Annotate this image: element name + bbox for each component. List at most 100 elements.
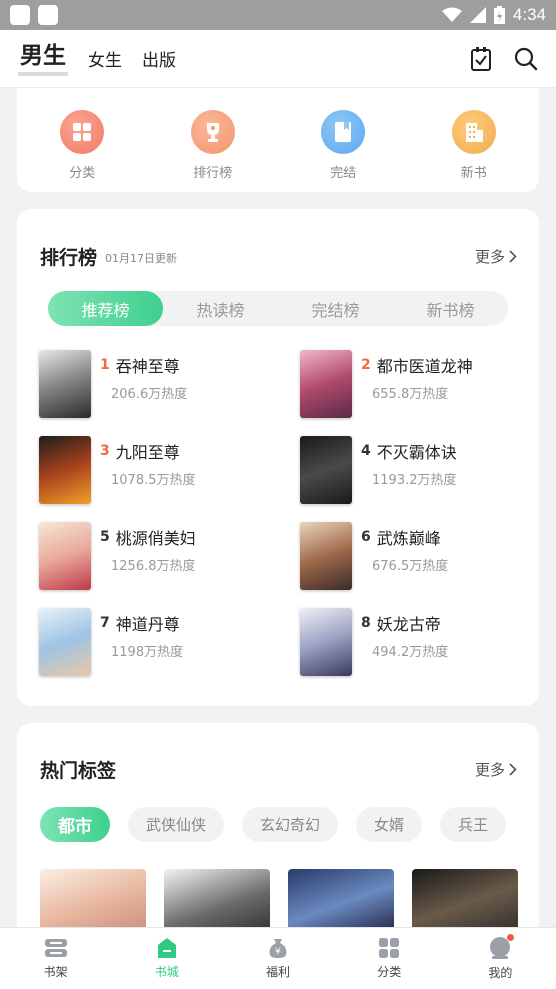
book-item[interactable]: 7 神道丹尊 1198万热度 (39, 608, 300, 676)
book-title: 不灭霸体诀 (376, 443, 457, 462)
battery-icon (493, 6, 505, 24)
quick-categories-card: 分类 排行榜 完结 新书 (17, 88, 539, 192)
status-time: 4:34 (512, 5, 546, 24)
tag-list: 都市 武侠仙侠 玄幻奇幻 女婿 兵王 (17, 785, 539, 842)
building-icon (451, 110, 496, 154)
book-title: 九阳至尊 (115, 443, 180, 462)
nav-bookshelf[interactable]: 书架 (0, 928, 111, 989)
more-label: 更多 (474, 760, 505, 779)
book-heat: 206.6万热度 (111, 387, 188, 402)
top-header: 男生 女生 出版 (0, 30, 556, 88)
nav-welfare[interactable]: ¥ 福利 (222, 928, 333, 989)
book-title: 神道丹尊 (115, 615, 180, 634)
rank-number: 5 (100, 529, 110, 545)
nav-store[interactable]: 书城 (111, 928, 222, 989)
book-cover (39, 522, 91, 590)
book-cover (39, 436, 91, 504)
category-newbooks[interactable]: 新书 (424, 110, 524, 181)
notification-icon (38, 5, 58, 25)
bookshelf-icon (44, 939, 67, 957)
book-item[interactable]: 4 不灭霸体诀 1193.2万热度 (300, 436, 556, 504)
category-label: 分类 (69, 166, 96, 181)
book-item[interactable]: 1 吞神至尊 206.6万热度 (39, 350, 300, 418)
tab-female[interactable]: 女生 (88, 46, 122, 71)
tab-new[interactable]: 新书榜 (393, 291, 508, 326)
search-icon[interactable] (514, 47, 538, 71)
book-heat: 676.5万热度 (372, 559, 449, 574)
ranking-updated: 01月17日更新 (105, 252, 178, 265)
nav-label: 我的 (488, 966, 513, 980)
grid-icon (60, 110, 105, 154)
book-title: 武炼巅峰 (376, 529, 441, 548)
book-cover (300, 350, 352, 418)
rank-number: 7 (100, 615, 110, 631)
book-heat: 1193.2万热度 (372, 473, 457, 488)
nav-profile[interactable]: 我的 (445, 928, 556, 989)
book-cover (39, 608, 91, 676)
bookmark-icon (321, 110, 366, 154)
nav-label: 分类 (377, 965, 402, 979)
tag-item[interactable]: 玄幻奇幻 (242, 807, 339, 842)
rank-number: 3 (100, 443, 110, 459)
bottom-nav: 书架 书城 ¥ 福利 分类 我的 (0, 927, 556, 989)
rank-number: 1 (100, 357, 110, 373)
chevron-right-icon (509, 249, 517, 263)
category-fenlei[interactable]: 分类 (32, 110, 132, 181)
tag-item[interactable]: 都市 (40, 807, 110, 842)
category-label: 新书 (460, 166, 487, 181)
rank-number: 4 (361, 443, 371, 459)
moneybag-icon: ¥ (269, 939, 287, 958)
category-ranking[interactable]: 排行榜 (163, 110, 263, 181)
book-title: 吞神至尊 (115, 357, 180, 376)
tab-publish[interactable]: 出版 (142, 46, 176, 71)
book-item[interactable]: 6 武炼巅峰 676.5万热度 (300, 522, 556, 590)
book-item[interactable]: 5 桃源俏美妇 1256.8万热度 (39, 522, 300, 590)
ranking-tabs: 推荐榜 热读榜 完结榜 新书榜 (48, 291, 508, 326)
tab-hot-read[interactable]: 热读榜 (163, 291, 278, 326)
book-title: 都市医道龙神 (376, 357, 473, 376)
book-cover (300, 522, 352, 590)
book-item[interactable]: 3 九阳至尊 1078.5万热度 (39, 436, 300, 504)
tag-item[interactable]: 武侠仙侠 (128, 807, 225, 842)
tab-male[interactable]: 男生 (18, 42, 68, 76)
chevron-right-icon (509, 762, 517, 776)
tag-book-covers (17, 842, 539, 939)
nav-label: 书架 (43, 965, 68, 979)
status-bar: 4:34 (0, 0, 556, 30)
book-title: 桃源俏美妇 (115, 529, 196, 548)
ranking-more-link[interactable]: 更多 (475, 246, 517, 267)
notification-dot (506, 934, 514, 941)
category-label: 排行榜 (193, 166, 233, 181)
rank-number: 2 (361, 357, 371, 373)
hot-tags-title: 热门标签 (40, 759, 117, 782)
nav-label: 书城 (154, 965, 179, 979)
tag-item[interactable]: 女婿 (356, 807, 423, 842)
ranking-title: 排行榜 (40, 246, 98, 269)
book-heat: 494.2万热度 (372, 645, 449, 660)
checklist-icon[interactable] (470, 46, 492, 72)
tab-recommend[interactable]: 推荐榜 (48, 291, 163, 326)
svg-text:¥: ¥ (275, 947, 281, 957)
rank-number: 8 (361, 615, 371, 631)
category-finished[interactable]: 完结 (293, 110, 393, 181)
ranking-book-list: 1 吞神至尊 206.6万热度 2 都市医道龙神 655.8万热度 3 九阳至尊 10… (17, 326, 539, 676)
book-heat: 1256.8万热度 (111, 559, 196, 574)
book-cover (39, 350, 91, 418)
book-item[interactable]: 2 都市医道龙神 655.8万热度 (300, 350, 556, 418)
signal-icon (469, 7, 486, 23)
tag-item[interactable]: 兵王 (440, 807, 507, 842)
book-heat: 1198万热度 (111, 645, 184, 660)
nav-category[interactable]: 分类 (334, 928, 445, 989)
tab-finished[interactable]: 完结榜 (278, 291, 393, 326)
book-cover (300, 608, 352, 676)
ranking-card: 排行榜 01月17日更新 更多 推荐榜 热读榜 完结榜 新书榜 1 吞神至尊 20… (17, 209, 539, 706)
trophy-icon (190, 110, 235, 154)
book-cover (300, 436, 352, 504)
book-heat: 655.8万热度 (372, 387, 449, 402)
book-heat: 1078.5万热度 (111, 473, 196, 488)
category-label: 完结 (330, 166, 357, 181)
store-icon (157, 938, 176, 958)
book-title: 妖龙古帝 (376, 615, 441, 634)
hot-tags-more-link[interactable]: 更多 (475, 759, 517, 780)
book-item[interactable]: 8 妖龙古帝 494.2万热度 (300, 608, 556, 676)
